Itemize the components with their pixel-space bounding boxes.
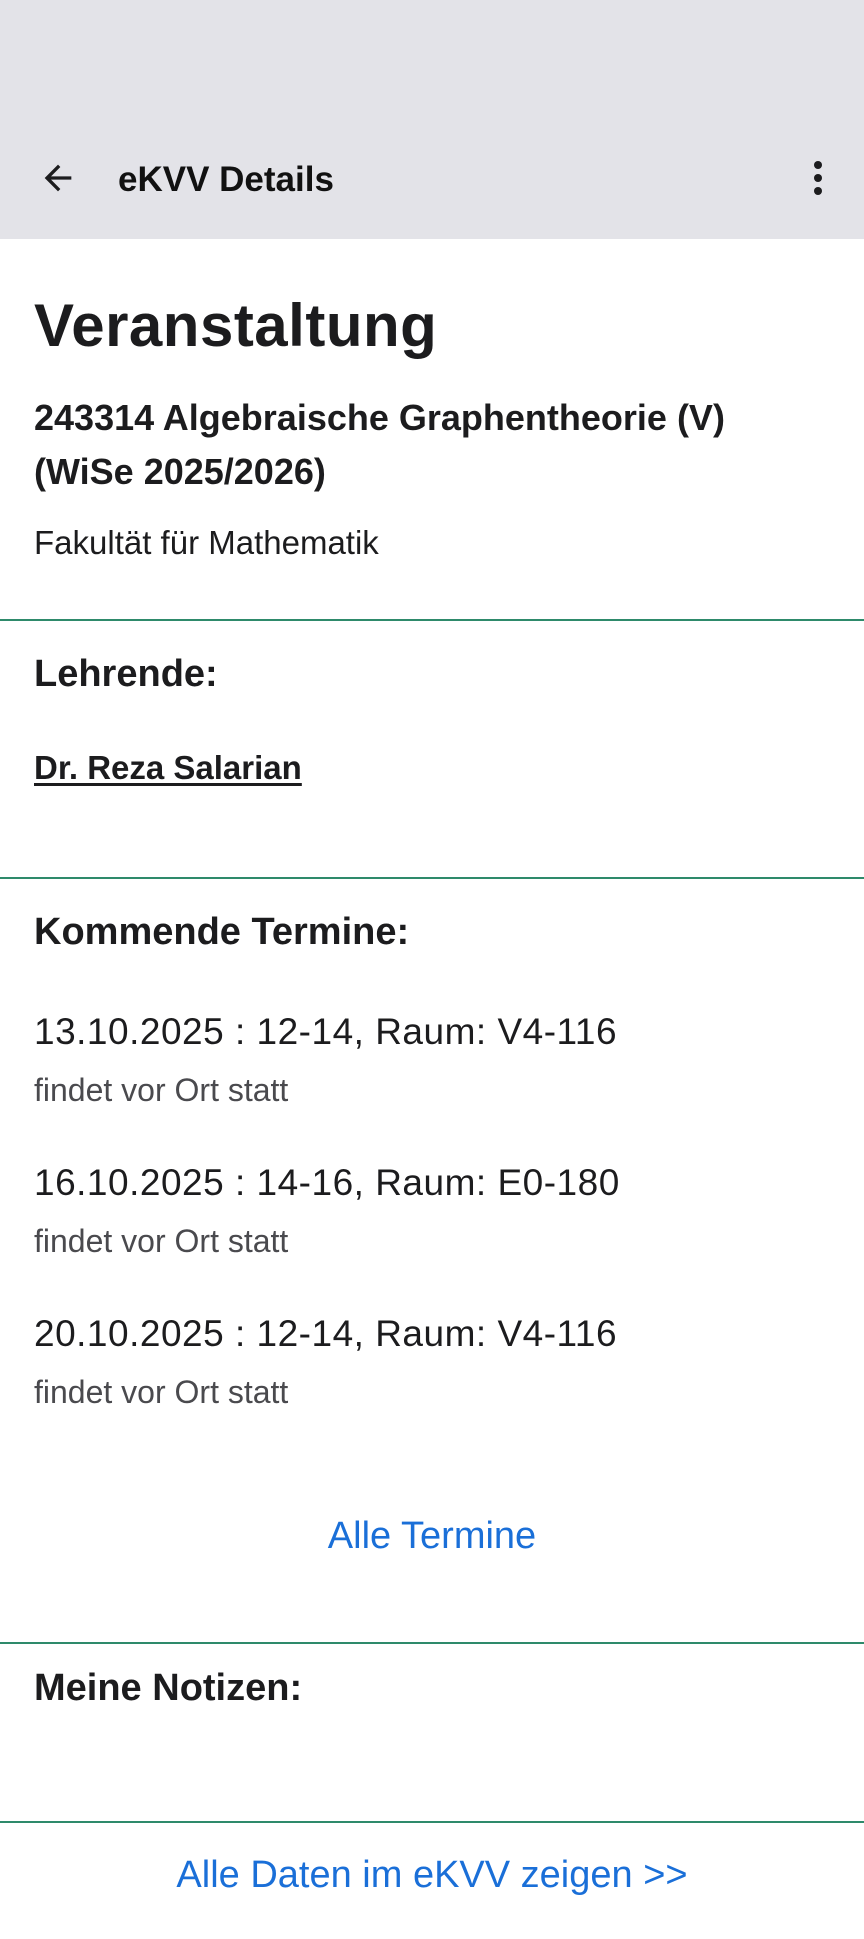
course-title: 243314 Algebraische Graphentheorie (V) (…	[34, 397, 725, 492]
arrow-left-icon	[38, 158, 78, 203]
back-button[interactable]	[32, 154, 84, 206]
notes-heading: Meine Notizen:	[34, 1667, 303, 1709]
lecturers-heading: Lehrende:	[34, 653, 218, 695]
term-note: findet vor Ort statt	[34, 1223, 289, 1259]
faculty-label: Fakultät für Mathematik	[34, 524, 379, 561]
all-data-ekvv-link[interactable]: Alle Daten im eKVV zeigen >>	[0, 1854, 864, 1897]
term-note: findet vor Ort statt	[34, 1374, 289, 1410]
lecturer-link[interactable]: Dr. Reza Salarian	[34, 749, 302, 787]
app-bar-title: eKVV Details	[118, 160, 334, 199]
section-divider	[0, 1642, 864, 1644]
section-divider	[0, 619, 864, 621]
page-title: Veranstaltung	[34, 292, 438, 359]
more-vertical-icon	[812, 158, 824, 203]
all-dates-link[interactable]: Alle Termine	[0, 1515, 864, 1558]
section-divider	[0, 877, 864, 879]
app-bar: eKVV Details	[0, 0, 864, 239]
more-options-button[interactable]	[798, 154, 838, 206]
term-line: 20.10.2025 : 12-14, Raum: V4-116	[34, 1313, 618, 1354]
app-bar-row: eKVV Details	[0, 148, 864, 212]
term-note: findet vor Ort statt	[34, 1072, 289, 1108]
upcoming-heading: Kommende Termine:	[34, 911, 410, 953]
term-line: 13.10.2025 : 12-14, Raum: V4-116	[34, 1011, 618, 1052]
section-divider	[0, 1821, 864, 1823]
term-line: 16.10.2025 : 14-16, Raum: E0-180	[34, 1162, 620, 1203]
